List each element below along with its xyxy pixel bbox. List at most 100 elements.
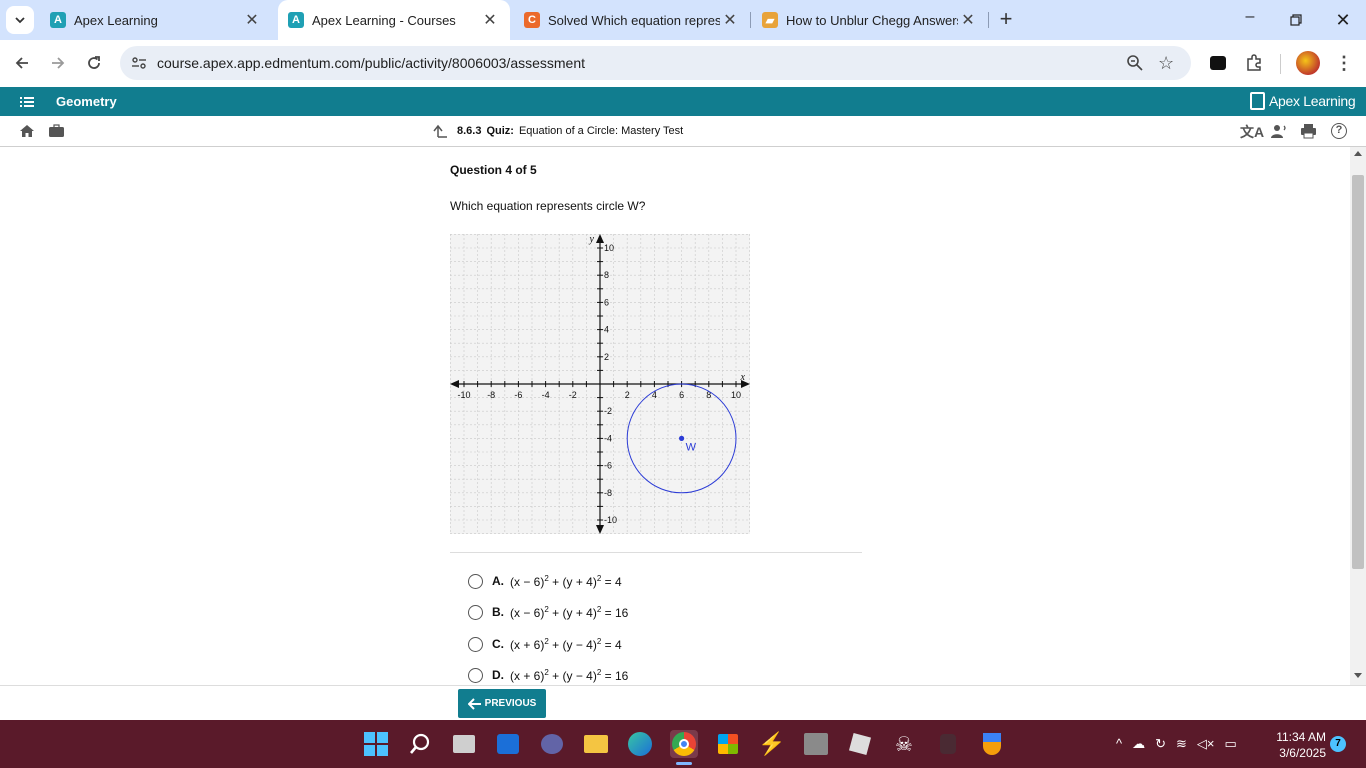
clock-date: 3/6/2025 xyxy=(1279,746,1326,760)
game-app-icon[interactable] xyxy=(802,730,830,758)
menu-icon[interactable] xyxy=(20,95,34,113)
extension-icon[interactable] xyxy=(1204,49,1232,77)
address-bar[interactable]: course.apex.app.edmentum.com/public/acti… xyxy=(120,46,1191,80)
book-favicon-icon: ▰ xyxy=(762,12,778,28)
activity-title: Equation of a Circle: Mastery Test xyxy=(518,125,684,137)
scroll-down-arrow-icon[interactable] xyxy=(1354,673,1362,678)
medal-app-icon[interactable] xyxy=(978,730,1006,758)
up-arrow-icon[interactable] xyxy=(432,124,448,138)
tab-apex-courses[interactable]: A Apex Learning - Courses ✕ xyxy=(278,0,510,40)
close-tab-icon[interactable]: ✕ xyxy=(720,10,740,30)
restore-button[interactable] xyxy=(1282,8,1310,32)
wifi-icon[interactable]: ≋ xyxy=(1176,736,1187,752)
profile-avatar[interactable] xyxy=(1296,51,1320,75)
page-scrollbar[interactable] xyxy=(1350,147,1366,685)
reload-icon xyxy=(88,56,100,69)
apex-favicon-icon: A xyxy=(288,12,304,28)
sync-icon[interactable]: ↻ xyxy=(1155,736,1166,752)
answer-option[interactable]: D. (x + 6)2 + (y − 4)2 = 16 xyxy=(468,665,628,685)
close-tab-icon[interactable]: ✕ xyxy=(242,10,262,30)
search-icon[interactable] xyxy=(406,730,434,758)
zoom-icon[interactable] xyxy=(1126,54,1144,77)
site-settings-icon[interactable] xyxy=(130,54,148,72)
y-tick-label: -4 xyxy=(604,433,612,443)
divider xyxy=(450,552,862,553)
activity-bar: 8.6.3 Quiz: Equation of a Circle: Master… xyxy=(0,116,1366,147)
question-header: Question 4 of 5 xyxy=(450,163,537,177)
task-view-icon[interactable] xyxy=(450,730,478,758)
previous-button[interactable]: PREVIOUS xyxy=(458,689,546,718)
y-tick-label: -2 xyxy=(604,406,612,416)
skull-app-icon[interactable]: ☠ xyxy=(890,730,918,758)
y-tick-label: -8 xyxy=(604,488,612,498)
translate-icon[interactable]: 文A xyxy=(1240,122,1264,142)
store-icon[interactable] xyxy=(714,730,742,758)
read-aloud-icon[interactable] xyxy=(1270,123,1288,144)
edge-icon[interactable] xyxy=(626,730,654,758)
assessment-footer: PREVIOUS xyxy=(0,685,1366,720)
browser-menu-icon[interactable]: ⋮ xyxy=(1330,49,1358,77)
coordinate-graph: -10 -8 -6 -4 -2 2 4 6 8 10108642-2-4-6-8-10xyW xyxy=(450,234,750,534)
scroll-up-arrow-icon[interactable] xyxy=(1354,151,1362,156)
close-tab-icon[interactable]: ✕ xyxy=(480,10,500,30)
clock-time: 11:34 AM xyxy=(1276,730,1326,744)
close-window-button[interactable]: ✕ xyxy=(1328,6,1358,34)
answer-option[interactable]: A. (x − 6)2 + (y + 4)2 = 4 xyxy=(468,571,622,591)
radio-button[interactable] xyxy=(468,604,483,620)
app-lightning-icon[interactable]: ⚡ xyxy=(758,730,786,758)
assessment-content: Question 4 of 5 Which equation represent… xyxy=(0,147,1350,685)
answer-option[interactable]: B. (x − 6)2 + (y + 4)2 = 16 xyxy=(468,602,628,622)
y-tick-label: -6 xyxy=(604,461,612,471)
y-tick-label: 10 xyxy=(604,243,614,253)
x-tick-label: -4 xyxy=(542,390,550,400)
volume-muted-icon[interactable]: ◁× xyxy=(1197,736,1215,752)
briefcase-icon[interactable] xyxy=(48,124,65,143)
forward-button[interactable] xyxy=(44,49,72,77)
puzzle-extensions-icon[interactable] xyxy=(1240,49,1268,77)
windows-taskbar: ⚡ ☠ ^ ☁ ↻ ≋ ◁× ▭ 11:34 AM 3/6/2025 7 xyxy=(0,720,1366,768)
bookmark-star-icon[interactable]: ☆ xyxy=(1158,53,1174,74)
tab-search-button[interactable] xyxy=(6,6,34,34)
roblox-icon[interactable] xyxy=(846,730,874,758)
url-text: course.apex.app.edmentum.com/public/acti… xyxy=(157,55,586,71)
tab-chegg-solved[interactable]: C Solved Which equation represe ✕ xyxy=(516,0,748,40)
browser-tab-strip: A Apex Learning ✕ A Apex Learning - Cour… xyxy=(0,0,1366,40)
teams-chat-icon[interactable] xyxy=(538,730,566,758)
x-tick-label: 10 xyxy=(731,390,741,400)
question-prompt: Which equation represents circle W? xyxy=(450,199,646,213)
chrome-icon[interactable] xyxy=(670,730,698,758)
tab-apex-learning[interactable]: A Apex Learning ✕ xyxy=(40,0,272,40)
windows-start-icon[interactable] xyxy=(362,730,390,758)
widgets-icon[interactable] xyxy=(494,730,522,758)
restore-icon xyxy=(1290,14,1302,26)
dim-app-icon[interactable] xyxy=(934,730,962,758)
chevron-up-icon[interactable]: ^ xyxy=(1116,736,1122,752)
radio-button[interactable] xyxy=(468,636,483,652)
new-tab-button[interactable]: + xyxy=(994,8,1018,32)
y-tick-label: 2 xyxy=(604,352,609,362)
y-tick-label: 6 xyxy=(604,297,609,307)
clock[interactable]: 11:34 AM 3/6/2025 xyxy=(1272,729,1326,761)
apex-favicon-icon: A xyxy=(50,12,66,28)
notification-badge[interactable]: 7 xyxy=(1330,736,1346,752)
circle-center-point xyxy=(679,435,685,441)
help-icon[interactable]: ? xyxy=(1331,123,1347,139)
scrollbar-thumb[interactable] xyxy=(1352,175,1364,569)
close-tab-icon[interactable]: ✕ xyxy=(958,10,978,30)
minimize-button[interactable]: – xyxy=(1236,8,1264,32)
back-button[interactable] xyxy=(8,49,36,77)
chevron-down-icon xyxy=(15,17,25,24)
radio-button[interactable] xyxy=(468,667,483,683)
answer-option[interactable]: C. (x + 6)2 + (y − 4)2 = 4 xyxy=(468,634,622,654)
file-explorer-icon[interactable] xyxy=(582,730,610,758)
x-tick-label: 2 xyxy=(625,390,630,400)
activity-breadcrumb: 8.6.3 Quiz: Equation of a Circle: Master… xyxy=(432,124,683,138)
radio-button[interactable] xyxy=(468,573,483,589)
home-icon[interactable] xyxy=(19,124,35,143)
browser-toolbar: course.apex.app.edmentum.com/public/acti… xyxy=(0,40,1366,86)
onedrive-icon[interactable]: ☁ xyxy=(1132,736,1145,752)
reload-button[interactable] xyxy=(80,49,108,77)
print-icon[interactable] xyxy=(1300,123,1317,144)
battery-icon[interactable]: ▭ xyxy=(1225,736,1237,752)
tab-unblur-chegg[interactable]: ▰ How to Unblur Chegg Answers ✕ xyxy=(754,0,986,40)
